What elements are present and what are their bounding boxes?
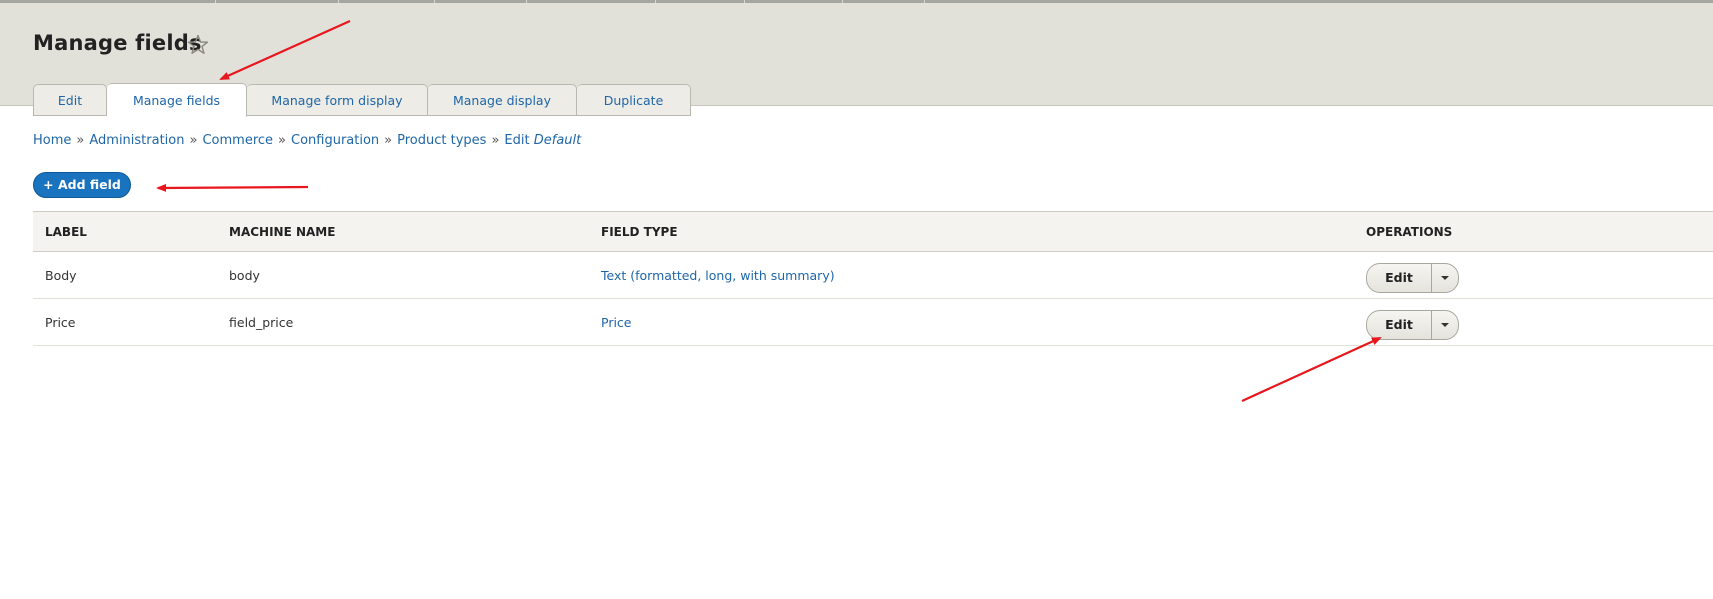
annotation-arrow-to-edit: [1241, 336, 1382, 403]
annotation-arrow-to-add-field: [156, 183, 309, 192]
annotation-arrows: [156, 19, 1382, 403]
annotation-arrow-to-tab: [219, 19, 351, 81]
